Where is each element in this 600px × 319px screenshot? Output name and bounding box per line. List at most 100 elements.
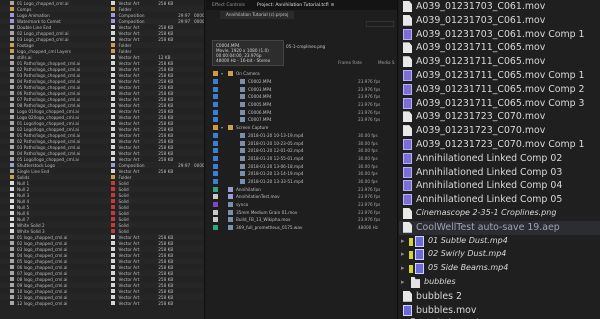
label-color-swatch[interactable]	[111, 37, 116, 41]
left-list-row[interactable]: 02 Logo_chopped_cml.ai Vector Art 258 KB	[0, 30, 204, 36]
label-color-swatch[interactable]	[213, 171, 218, 177]
left-list-row[interactable]: 08 Paths/logo_chopped_cml.ai Vector Art 25…	[0, 102, 204, 108]
label-color-swatch[interactable]	[409, 265, 413, 274]
label-color-swatch[interactable]	[111, 109, 116, 113]
label-color-swatch[interactable]	[111, 133, 116, 137]
bin-row[interactable]: ▾ On Camera	[206, 70, 397, 78]
tab-effect-controls[interactable]: Effect Controls	[206, 3, 251, 8]
label-color-swatch[interactable]	[213, 132, 218, 138]
left-list-row[interactable]: Logo 01/logo_chopped_cml.ai Vector Art 258…	[0, 108, 204, 114]
label-color-swatch[interactable]	[213, 117, 218, 123]
label-color-swatch[interactable]	[111, 169, 116, 173]
left-list-row[interactable]: Single Line End Vector Art 258 KB	[0, 168, 204, 174]
left-list-row[interactable]: 02 logo_chopped_cml.ai Vector Art 258 KB	[0, 240, 204, 246]
label-color-swatch[interactable]	[111, 121, 116, 125]
left-list-row[interactable]: 03 Paths/logo_chopped_cml.ai Vector Art 25…	[0, 144, 204, 150]
label-color-swatch[interactable]	[213, 194, 218, 200]
file-row[interactable]: A039_01231703_C061.mov Comp 1	[399, 28, 600, 42]
label-color-swatch[interactable]	[213, 225, 218, 231]
clip-row[interactable]: 2018-01-20 13-33-51.mp4 30.00 fps	[206, 178, 397, 186]
label-color-swatch[interactable]	[111, 85, 116, 89]
label-color-swatch[interactable]	[111, 187, 116, 191]
label-color-swatch[interactable]	[111, 79, 116, 83]
label-color-swatch[interactable]	[213, 202, 218, 208]
clip-row[interactable]: 2018-01-20 13-14-19.mp4 30.00 fps	[206, 170, 397, 178]
label-color-swatch[interactable]	[213, 109, 218, 115]
label-color-swatch[interactable]	[111, 7, 116, 11]
label-color-swatch[interactable]	[409, 251, 413, 260]
label-color-swatch[interactable]	[111, 271, 116, 275]
label-color-swatch[interactable]	[111, 175, 116, 179]
left-list-row[interactable]: 05 Paths/logo_chopped_cml.ai Vector Art 25…	[0, 84, 204, 90]
left-list-row[interactable]: 02 Paths/logo_chopped_cml.ai Vector Art 25…	[0, 66, 204, 72]
file-row[interactable]: A039_01231711_C065.mov Comp 3	[399, 97, 600, 111]
label-color-swatch[interactable]	[213, 148, 218, 154]
clip-row[interactable]: 2018-01-20 10-23-05.mp4 30.00 fps	[206, 139, 397, 147]
file-row[interactable]: A039_01231711_C065.mov	[399, 41, 600, 55]
file-row[interactable]: Annihilationed Linked Comp 02	[399, 152, 600, 166]
label-color-swatch[interactable]	[111, 43, 116, 47]
label-color-swatch[interactable]	[213, 163, 218, 169]
label-color-swatch[interactable]	[111, 91, 116, 95]
left-list-row[interactable]: 01 Paths/logo_chopped_cml.ai Vector Art 25…	[0, 132, 204, 138]
file-row[interactable]: ▸ bubbles	[399, 276, 600, 290]
clip-row[interactable]: synco 23.976 fps	[206, 201, 397, 209]
clip-row[interactable]: C0007.MP4 23.976 fps	[206, 116, 397, 124]
label-color-swatch[interactable]	[111, 211, 116, 215]
clip-row[interactable]: C0006.MP4 23.976 fps	[206, 108, 397, 116]
file-row[interactable]: Annihilationed Linked Comp 04	[399, 179, 600, 193]
left-list-row[interactable]: 02 Logo/logo_chopped_cml.ai Vector Art 258…	[0, 126, 204, 132]
label-color-swatch[interactable]	[111, 277, 116, 281]
file-row[interactable]: A039_01231703_C061.mov	[399, 14, 600, 28]
label-color-swatch[interactable]	[111, 61, 116, 65]
label-color-swatch[interactable]	[111, 73, 116, 77]
left-list-row[interactable]: 08 logo_chopped_cml.ai Vector Art 258 KB	[0, 276, 204, 282]
label-color-swatch[interactable]	[111, 139, 116, 143]
label-color-swatch[interactable]	[111, 13, 116, 17]
left-list-row[interactable]: 04 Paths/logo_chopped_cml.ai Vector Art 25…	[0, 150, 204, 156]
label-color-swatch[interactable]	[111, 1, 116, 5]
bin-row[interactable]: ▾ Screen Capture	[206, 124, 397, 132]
file-row[interactable]: A039_01231723_C070.mov	[399, 110, 600, 124]
label-color-swatch[interactable]	[409, 237, 413, 246]
label-color-swatch[interactable]	[111, 283, 116, 287]
disclosure-triangle-icon[interactable]: ▸	[401, 278, 405, 286]
file-row[interactable]: Annihilationed Linked Comp 03	[399, 166, 600, 180]
label-color-swatch[interactable]	[213, 79, 218, 85]
label-color-swatch[interactable]	[213, 217, 218, 223]
label-color-swatch[interactable]	[111, 223, 116, 227]
label-color-swatch[interactable]	[213, 209, 218, 215]
label-color-swatch[interactable]	[111, 67, 116, 71]
left-list-row[interactable]: 05 logo_chopped_cml.ai Vector Art 258 KB	[0, 258, 204, 264]
file-row[interactable]: A039_01231703_C061.mov	[399, 0, 600, 14]
left-list-row[interactable]: Logo 02/logo_chopped_cml.ai Vector Art 258…	[0, 114, 204, 120]
label-color-swatch[interactable]	[111, 115, 116, 119]
label-color-swatch[interactable]	[111, 193, 116, 197]
left-list-row[interactable]: 07 logo_chopped_cml.ai Vector Art 258 KB	[0, 270, 204, 276]
clip-row[interactable]: C0002.MP4 23.976 fps	[206, 78, 397, 86]
clip-row[interactable]: 2018-01-20 12-01-02.mp4 30.00 fps	[206, 147, 397, 155]
file-row[interactable]: CoolWellTest auto-save 19.aep	[399, 220, 600, 235]
label-color-swatch[interactable]	[111, 205, 116, 209]
clip-row[interactable]: C0005.MP4 23.976 fps	[206, 101, 397, 109]
file-row[interactable]: bubbles.mov	[399, 304, 600, 318]
file-row[interactable]: A039_01231711_C065.mov Comp 2	[399, 83, 600, 97]
label-color-swatch[interactable]	[111, 25, 116, 29]
label-color-swatch[interactable]	[111, 97, 116, 101]
clip-row[interactable]: Build_FB_13_Wikipha.mov 23.976 fps	[206, 216, 397, 224]
left-list-row[interactable]: 01 Logo_chopped_cml.ai Vector Art 258 KB	[0, 0, 204, 6]
left-list-row[interactable]: 03 logo_chopped_cml.ai Vector Art 258 KB	[0, 246, 204, 252]
left-list-row[interactable]: stills.ai Vector Art 12 KB	[0, 54, 204, 60]
file-row[interactable]: ▸ 02 Swirly Dust.mp4	[399, 248, 600, 262]
clip-row[interactable]: 2018-01-20 10-13-19.mp4 30.00 fps	[206, 132, 397, 140]
left-list-row[interactable]: 04 Paths/logo_chopped_cml.ai Vector Art 25…	[0, 78, 204, 84]
disclosure-triangle-icon[interactable]: ▾	[221, 71, 223, 76]
clip-row[interactable]: 2018-01-20 13-06-18.mp4 30.00 fps	[206, 162, 397, 170]
clip-row[interactable]: AnnihilationTest.mov 23.976 fps	[206, 193, 397, 201]
left-list-row[interactable]: 06 logo_chopped_cml.ai Vector Art 258 KB	[0, 264, 204, 270]
close-icon[interactable]: ≡	[331, 3, 335, 8]
disclosure-triangle-icon[interactable]: ▾	[221, 125, 223, 130]
left-list-row[interactable]: 04 logo_chopped_cml.ai Vector Art 258 KB	[0, 252, 204, 258]
disclosure-triangle-icon[interactable]: ▸	[401, 237, 405, 245]
left-list-row[interactable]: 09 logo_chopped_cml.ai Vector Art 258 KB	[0, 282, 204, 288]
